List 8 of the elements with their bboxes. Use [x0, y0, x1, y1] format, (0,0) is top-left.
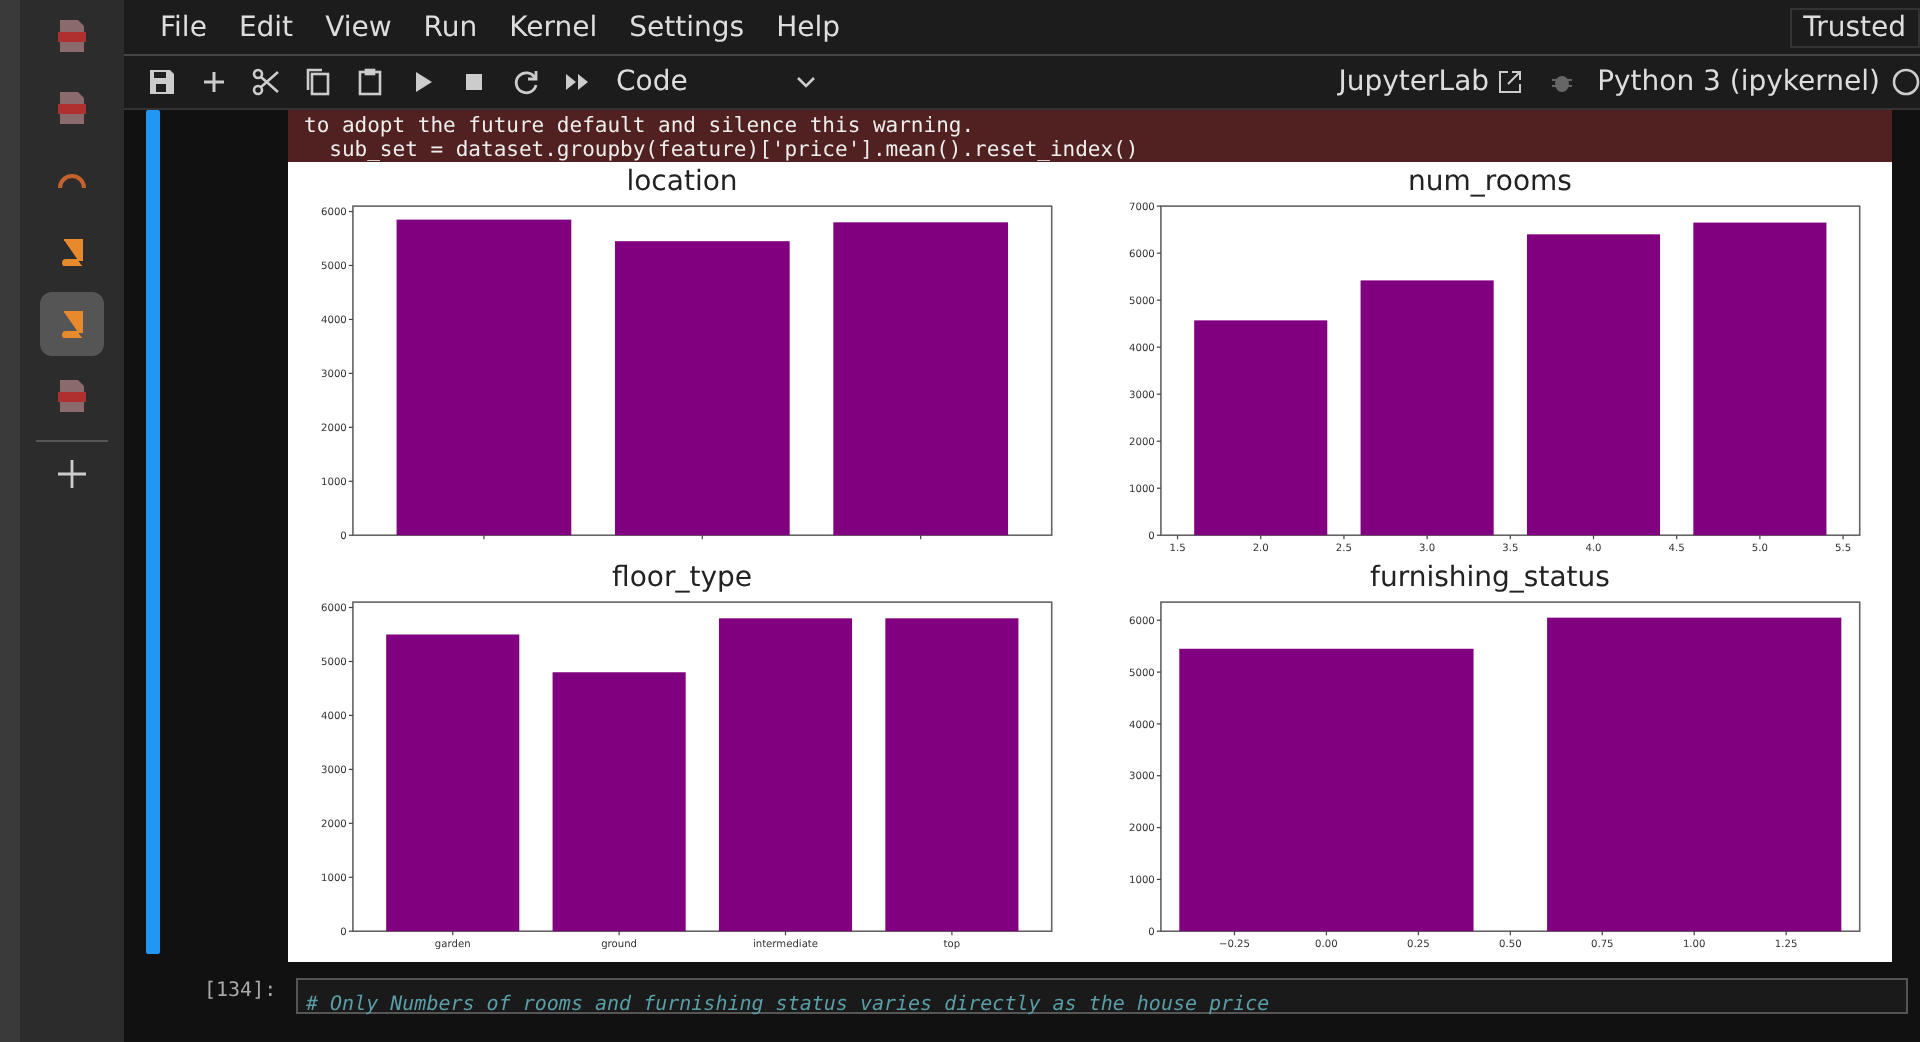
chart-title: floor_type — [612, 562, 752, 594]
chart-title: location — [626, 166, 738, 198]
warning-text: sub_set = dataset.groupby(feature)['price'].mean().reset_index() — [327, 138, 1141, 162]
warning-text: to adopt the future default and silence this warning. — [304, 114, 977, 138]
chart-title: num_rooms — [1408, 166, 1572, 198]
code-comment: # Only Numbers of rooms and furnishing status varies directly as the house price — [306, 994, 1270, 1016]
cell-prompt: [134]: — [204, 978, 279, 1004]
chart-title: furnishing_status — [1370, 562, 1610, 594]
